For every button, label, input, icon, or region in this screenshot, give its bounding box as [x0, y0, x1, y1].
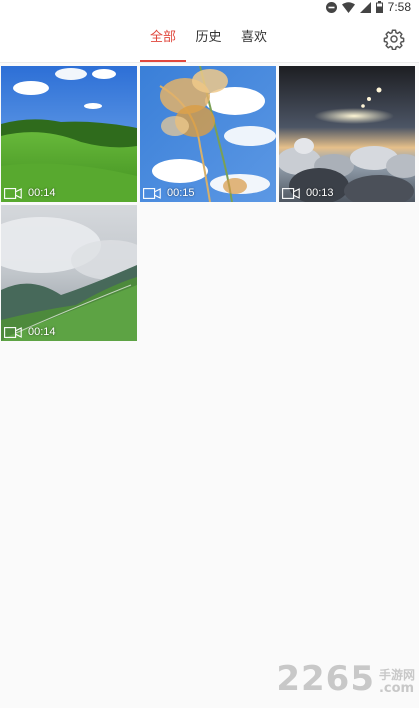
video-duration: 00:14 [28, 187, 56, 199]
video-thumbnail[interactable]: 00:13 [279, 66, 415, 202]
status-bar: 7:58 [0, 0, 419, 14]
video-meta: 00:15 [143, 187, 195, 199]
tab-history-label: 历史 [195, 30, 222, 45]
tab-all[interactable]: 全部 [140, 14, 186, 62]
video-thumbnail-image [1, 66, 137, 202]
watermark-domain: .com [378, 681, 415, 696]
video-thumbnail-image [140, 66, 276, 202]
video-duration: 00:13 [306, 187, 334, 199]
video-thumbnail-image [279, 66, 415, 202]
watermark-number: 2265 [276, 659, 375, 699]
watermark-side: 手游网 .com [379, 668, 415, 696]
top-tab-bar: 全部 历史 喜欢 [0, 14, 419, 63]
tab-history[interactable]: 历史 [186, 14, 231, 62]
tab-active-indicator [140, 60, 186, 62]
video-thumbnail-image [1, 205, 137, 341]
video-thumbnail[interactable]: 00:14 [1, 66, 137, 202]
video-meta: 00:14 [4, 326, 56, 338]
tab-group: 全部 历史 喜欢 [140, 14, 277, 62]
video-duration: 00:15 [167, 187, 195, 199]
video-camera-icon [282, 187, 300, 199]
tab-all-label: 全部 [149, 30, 176, 45]
tab-like-label: 喜欢 [240, 30, 267, 45]
wifi-icon [341, 1, 355, 13]
status-icons: 7:58 [325, 0, 411, 14]
do-not-disturb-icon [325, 1, 337, 13]
gear-icon [383, 29, 405, 51]
video-meta: 00:13 [282, 187, 334, 199]
watermark-cn-text: 手游网 [378, 668, 415, 682]
video-camera-icon [4, 326, 22, 338]
tab-like[interactable]: 喜欢 [231, 14, 277, 62]
video-camera-icon [143, 187, 161, 199]
video-thumbnail[interactable]: 00:15 [140, 66, 276, 202]
signal-icon [359, 1, 371, 13]
video-duration: 00:14 [28, 326, 56, 338]
video-meta: 00:14 [4, 187, 56, 199]
battery-icon [375, 1, 383, 13]
site-watermark: 2265 手游网 .com [276, 662, 415, 696]
video-camera-icon [4, 187, 22, 199]
video-thumbnail[interactable]: 00:14 [1, 205, 137, 341]
settings-button[interactable] [383, 28, 405, 51]
status-time: 7:58 [387, 0, 411, 14]
